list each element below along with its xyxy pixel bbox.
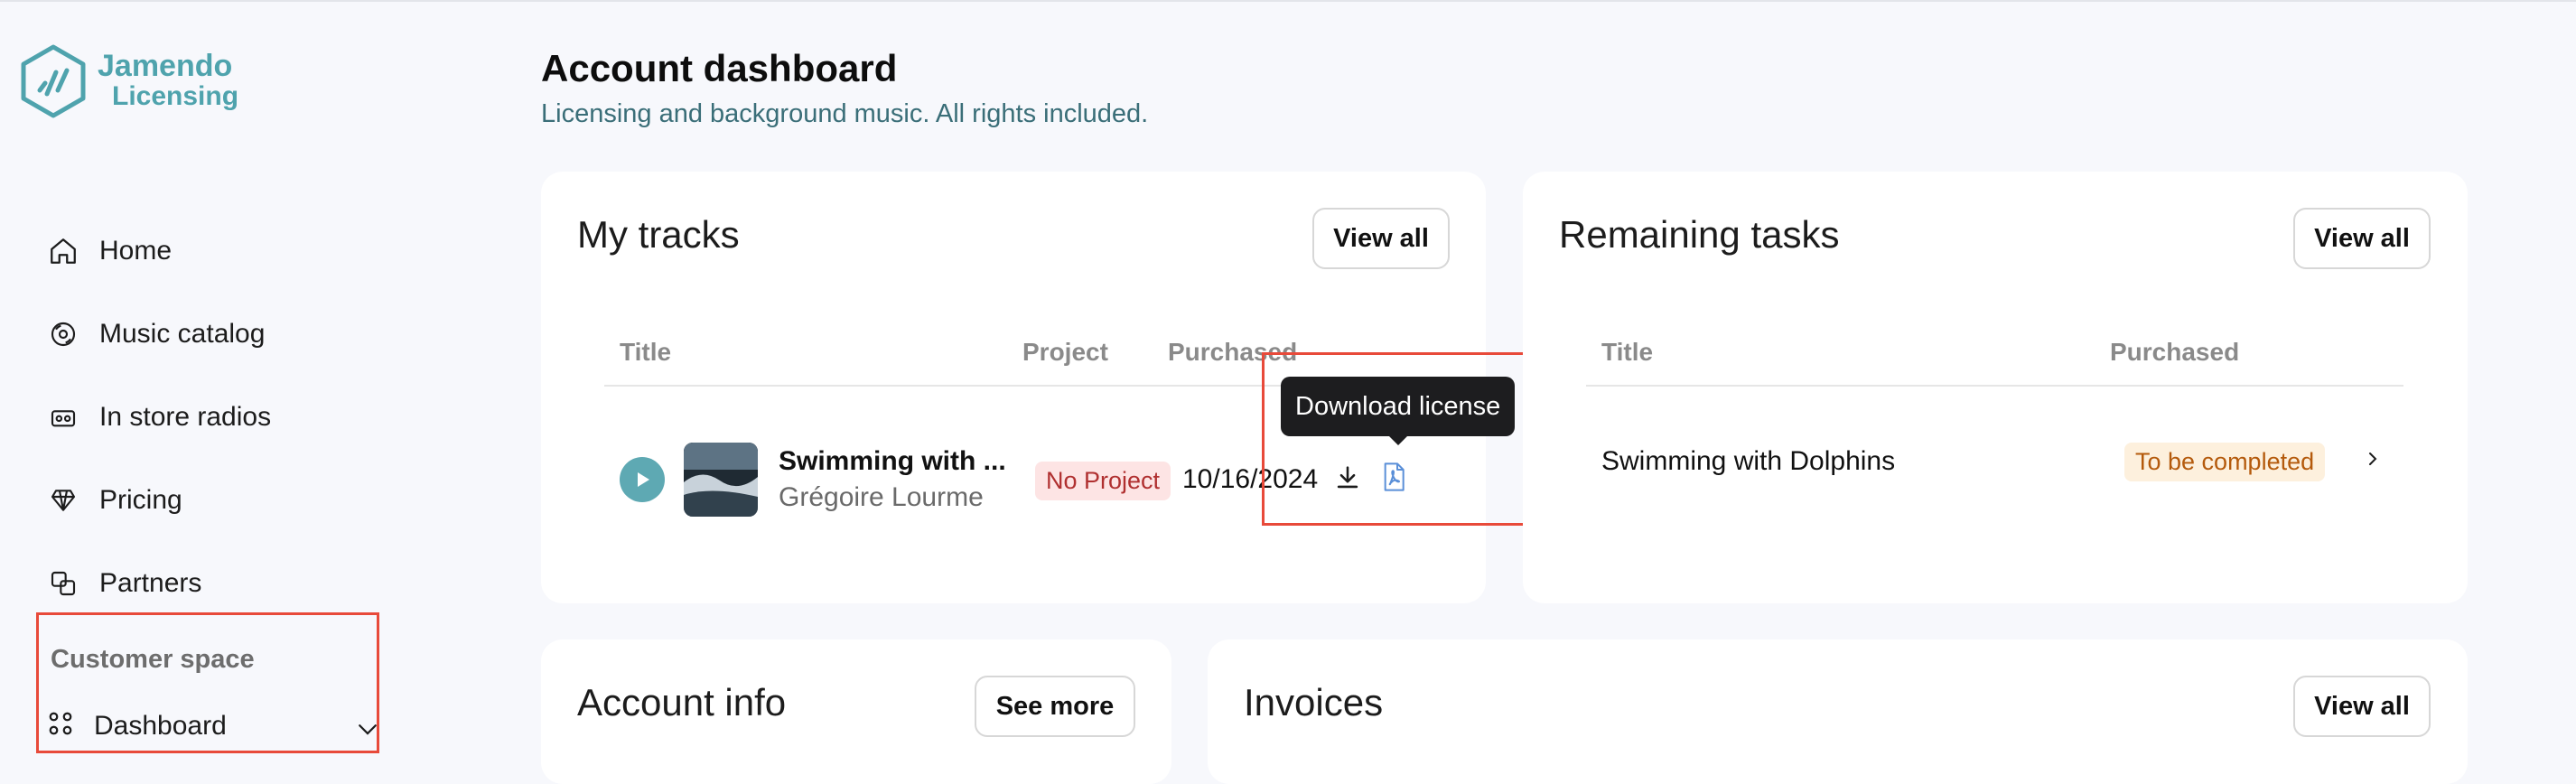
invoices-card: Invoices View all	[1208, 639, 2468, 784]
track-title[interactable]: Swimming with ...	[779, 446, 1006, 477]
highlight-box-download	[1262, 352, 1536, 526]
logo[interactable]: Jamendo Licensing	[20, 43, 238, 119]
card-title: My tracks	[577, 213, 740, 256]
logo-name-line1: Jamendo	[98, 49, 233, 83]
play-icon	[638, 472, 649, 487]
project-badge: No Project	[1035, 462, 1171, 500]
see-more-button[interactable]: See more	[975, 676, 1135, 737]
task-title[interactable]: Swimming with Dolphins	[1601, 446, 1895, 477]
radio-icon	[47, 401, 79, 434]
highlight-box-customer-space	[36, 612, 379, 753]
account-info-card: Account info See more	[541, 639, 1171, 784]
column-header-purchased: Purchased	[2110, 338, 2240, 366]
track-artist[interactable]: Grégoire Lourme	[779, 482, 984, 513]
view-all-tasks-button[interactable]: View all	[2293, 208, 2431, 269]
column-header-project: Project	[1022, 338, 1108, 366]
sidebar-item-music-catalog[interactable]: Music catalog	[47, 293, 271, 376]
home-icon	[47, 235, 79, 267]
view-all-tracks-button[interactable]: View all	[1312, 208, 1450, 269]
page-subtitle: Licensing and background music. All righ…	[541, 99, 1149, 128]
sidebar-item-in-store-radios[interactable]: In store radios	[47, 376, 271, 459]
sidebar-item-label: Partners	[99, 568, 202, 598]
jamendo-logo-icon	[21, 44, 86, 118]
card-title: Invoices	[1244, 681, 1384, 723]
sidebar-item-label: In store radios	[99, 402, 272, 432]
main-nav: Home Music catalog In store radios Prici…	[47, 210, 271, 625]
music-catalog-icon	[47, 318, 79, 350]
chevron-right-icon[interactable]	[2362, 448, 2384, 474]
page-title: Account dashboard	[541, 47, 898, 89]
column-header-title: Title	[1601, 338, 1654, 366]
sidebar-item-label: Home	[99, 236, 173, 266]
sidebar-item-pricing[interactable]: Pricing	[47, 459, 271, 542]
table-divider	[1586, 385, 2403, 387]
partners-icon	[47, 567, 79, 600]
view-all-invoices-button[interactable]: View all	[2293, 676, 2431, 737]
card-title: Remaining tasks	[1559, 213, 1840, 256]
sidebar-item-label: Pricing	[99, 485, 182, 515]
card-title: Account info	[577, 681, 787, 723]
logo-name-line2: Licensing	[112, 81, 239, 111]
track-thumbnail	[684, 443, 758, 517]
sidebar-item-home[interactable]: Home	[47, 210, 271, 293]
status-badge: To be completed	[2124, 443, 2326, 481]
remaining-tasks-card: Remaining tasks View all Title Purchased…	[1523, 172, 2468, 603]
sidebar-item-label: Music catalog	[99, 319, 266, 349]
diamond-icon	[47, 484, 79, 517]
logo-text: Jamendo Licensing	[98, 51, 238, 112]
play-button[interactable]	[620, 457, 665, 502]
column-header-title: Title	[620, 338, 672, 366]
